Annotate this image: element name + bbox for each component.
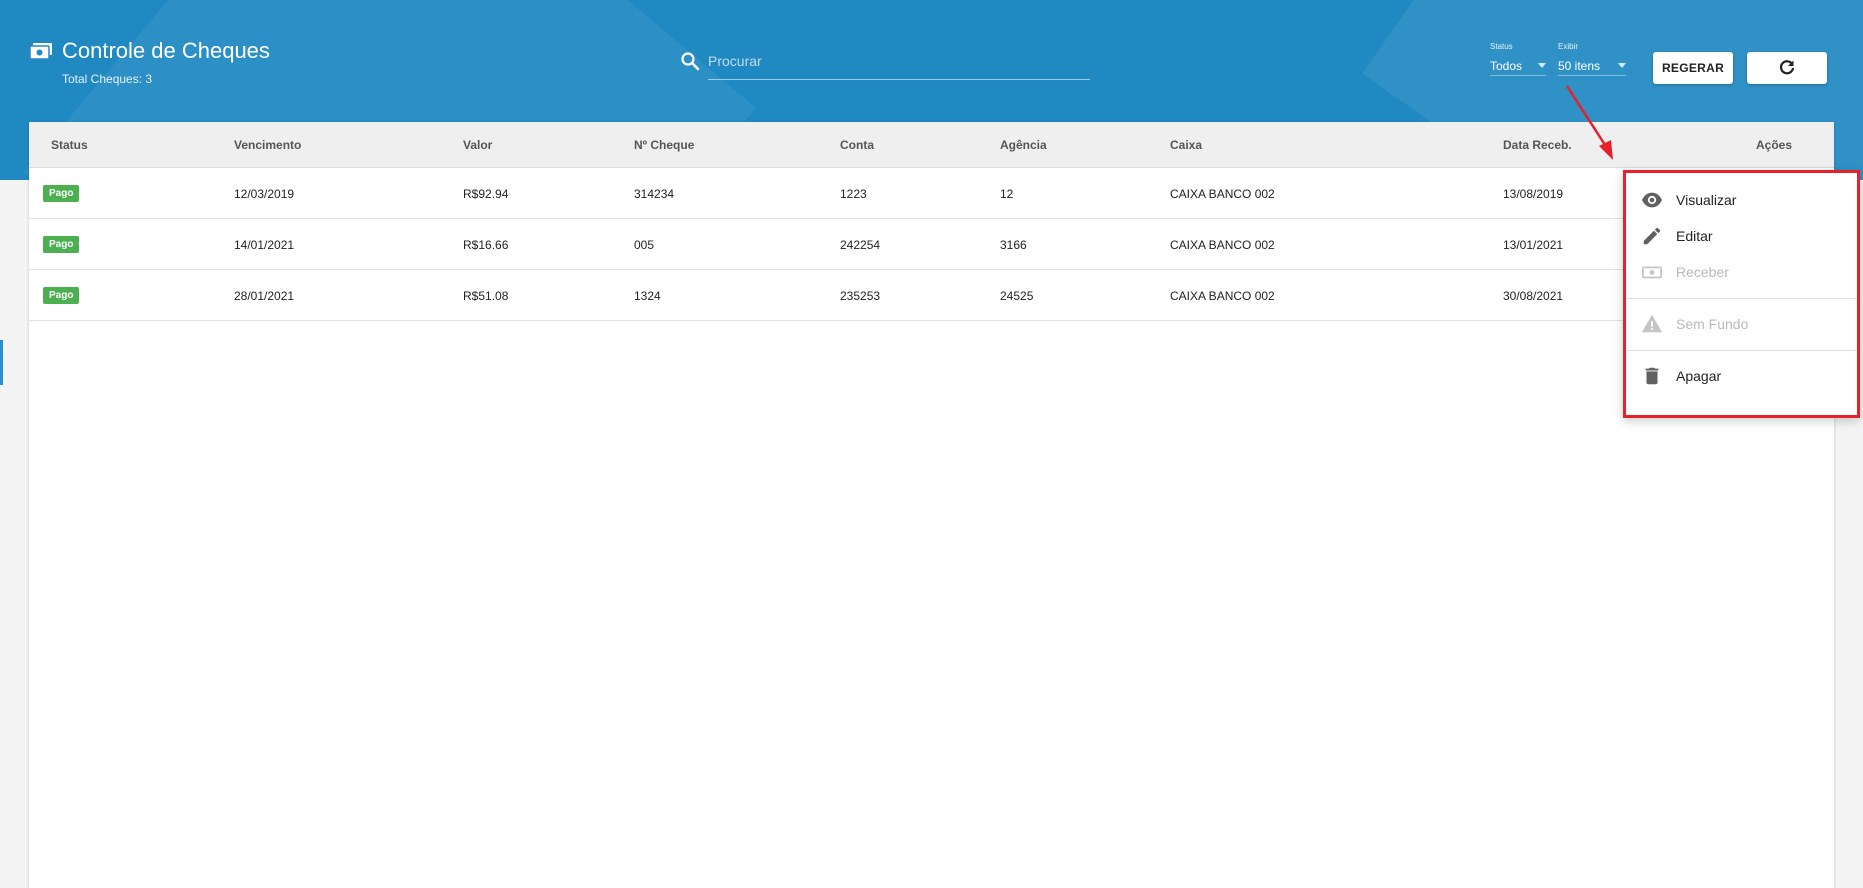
status-label: Status [1490, 42, 1513, 51]
status-badge: Pago [43, 287, 80, 304]
column-header-acoes: Ações [1756, 138, 1793, 152]
cell-valor: R$51.08 [463, 289, 509, 303]
search-input[interactable] [708, 48, 1090, 80]
cell-cheque: 1324 [634, 289, 661, 303]
exibir-select[interactable]: Exibir 50 itens [1558, 42, 1626, 76]
menu-label: Receber [1676, 264, 1729, 280]
cell-valor: R$92.94 [463, 187, 509, 201]
left-edge-accent [0, 340, 3, 385]
menu-label: Sem Fundo [1676, 316, 1749, 332]
cheques-table-card: Status Vencimento Valor Nº Cheque Conta … [29, 122, 1834, 888]
cell-cheque: 005 [634, 238, 655, 252]
search-icon [681, 52, 700, 71]
cell-caixa: CAIXA BANCO 002 [1170, 289, 1275, 303]
cell-agencia: 24525 [1000, 289, 1034, 303]
cell-caixa: CAIXA BANCO 002 [1170, 187, 1275, 201]
table-row[interactable]: Pago 28/01/2021 R$51.08 1324 235253 2452… [29, 270, 1834, 321]
cell-caixa: CAIXA BANCO 002 [1170, 238, 1275, 252]
exibir-label: Exibir [1558, 42, 1579, 51]
menu-label: Apagar [1676, 368, 1722, 384]
refresh-button[interactable] [1747, 52, 1827, 84]
menu-divider [1626, 350, 1857, 351]
column-header-status[interactable]: Status [51, 138, 88, 152]
cell-conta: 1223 [840, 187, 867, 201]
column-header-cheque[interactable]: Nº Cheque [634, 138, 694, 152]
cell-data-receb: 13/08/2019 [1503, 187, 1564, 201]
eye-icon [1641, 192, 1663, 208]
table-row[interactable]: Pago 12/03/2019 R$92.94 314234 1223 12 C… [29, 168, 1834, 219]
cell-data-receb: 30/08/2021 [1503, 289, 1564, 303]
money-icon [30, 43, 52, 59]
regerar-button[interactable]: REGERAR [1653, 52, 1733, 84]
menu-item-receber[interactable]: Receber [1626, 251, 1857, 293]
status-value: Todos [1490, 58, 1523, 73]
menu-item-sem-fundo[interactable]: Sem Fundo [1626, 303, 1857, 345]
total-cheques: Total Cheques: 3 [62, 72, 153, 86]
page-title: Controle de Cheques [62, 38, 270, 63]
column-header-valor[interactable]: Valor [463, 138, 492, 152]
search-group [680, 48, 1090, 80]
annotation-arrow [1565, 85, 1613, 160]
menu-divider [1626, 298, 1857, 299]
column-header-caixa[interactable]: Caixa [1170, 138, 1202, 152]
cell-agencia: 12 [1000, 187, 1014, 201]
chevron-down-icon [1538, 63, 1546, 68]
cell-conta: 242254 [840, 238, 881, 252]
cell-vencimento: 28/01/2021 [234, 289, 295, 303]
column-header-conta[interactable]: Conta [840, 138, 874, 152]
page-title-group: Controle de Cheques [30, 38, 270, 64]
exibir-select-box[interactable]: 50 itens [1558, 56, 1626, 76]
cell-vencimento: 12/03/2019 [234, 187, 295, 201]
warning-icon [1641, 314, 1663, 333]
cell-valor: R$16.66 [463, 238, 509, 252]
cell-conta: 235253 [840, 289, 881, 303]
status-badge: Pago [43, 185, 80, 202]
refresh-icon [1779, 60, 1795, 75]
trash-icon [1645, 367, 1659, 385]
column-header-vencimento[interactable]: Vencimento [234, 138, 301, 152]
table-row[interactable]: Pago 14/01/2021 R$16.66 005 242254 3166 … [29, 219, 1834, 270]
cell-data-receb: 13/01/2021 [1503, 238, 1564, 252]
menu-label: Visualizar [1676, 192, 1737, 208]
chevron-down-icon [1618, 63, 1626, 68]
cell-cheque: 314234 [634, 187, 675, 201]
column-header-agencia[interactable]: Agência [1000, 138, 1047, 152]
cell-agencia: 3166 [1000, 238, 1027, 252]
status-select[interactable]: Status Todos [1490, 42, 1546, 76]
cell-vencimento: 14/01/2021 [234, 238, 295, 252]
pencil-icon [1643, 227, 1661, 245]
money-icon [1642, 266, 1662, 279]
status-select-box[interactable]: Todos [1490, 56, 1546, 76]
exibir-value: 50 itens [1558, 58, 1601, 73]
row-actions-menu: Visualizar Editar Receber Sem Fundo Apag… [1623, 170, 1860, 418]
menu-item-apagar[interactable]: Apagar [1626, 355, 1857, 397]
menu-label: Editar [1676, 228, 1713, 244]
status-badge: Pago [43, 236, 80, 253]
